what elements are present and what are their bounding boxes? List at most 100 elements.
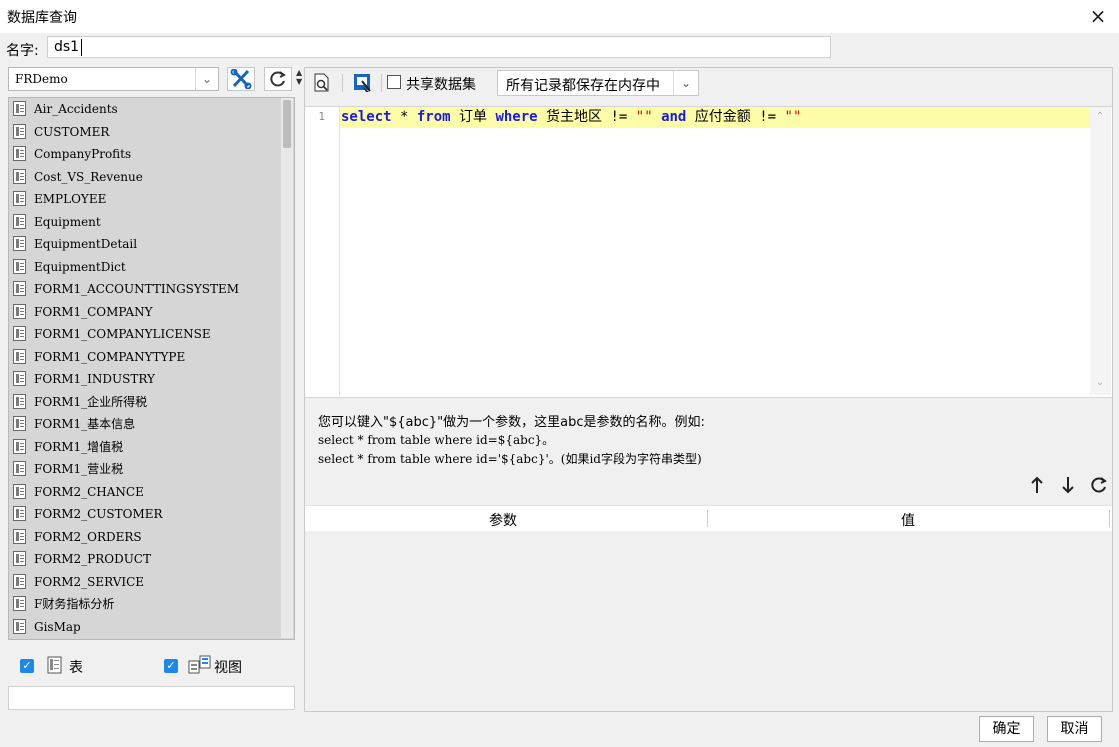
param-hint-example-1: select * from table where id=${abc}。 [318,433,555,447]
table-list-item[interactable]: FORM1_增值税 [9,436,294,459]
share-dataset-checkbox[interactable] [387,75,401,89]
column-divider[interactable] [707,510,708,527]
table-list-item[interactable]: FORM2_SERVICE [9,571,294,594]
refresh-params-icon[interactable] [1088,476,1110,498]
toolbar-separator [381,74,382,92]
share-dataset-label: 共享数据集 [406,77,476,93]
table-name: FORM2_CHANCE [34,484,144,499]
scroll-down-icon[interactable]: ⌄ [1094,377,1106,388]
window-title: 数据库查询 [7,10,77,26]
sql-text: 货主地区 != [537,109,636,125]
table-filter-label: 表 [69,660,83,676]
editor-scrollbar[interactable]: ⌃ ⌄ [1090,107,1111,395]
table-icon [13,416,26,431]
sql-text: 应付金额 != [686,109,785,125]
table-icon [13,303,26,319]
table-list-item[interactable]: FORM1_营业税 [9,458,294,481]
database-select[interactable]: FRDemo ⌄ [8,67,219,91]
line-number-gutter [305,107,340,395]
view-filter-label: 视图 [214,660,242,676]
table-name: Air_Accidents [34,102,118,116]
table-list-item[interactable]: EMPLOYEE [9,188,294,211]
chevron-down-icon[interactable]: ⌄ [673,71,698,95]
table-icon [13,191,26,206]
table-name: CUSTOMER [34,124,110,139]
memory-mode-select[interactable]: 所有记录都保存在内存中 ⌄ [497,70,699,96]
sql-code[interactable]: select * from 订单 where 货主地区 != "" and 应付… [341,108,801,127]
table-list-item[interactable]: EquipmentDetail [9,233,294,256]
table-list-item[interactable]: FORM2_ORDERS [9,526,294,549]
table-list-item[interactable]: FORM1_基本信息 [9,413,294,436]
splitter-arrows[interactable]: ▲ ▼ [296,68,302,86]
table-icon [13,348,26,364]
table-filter-checkbox[interactable]: ✓ [20,659,34,673]
table-list-item[interactable]: FORM1_企业所得税 [9,391,294,414]
view-icon [188,655,211,674]
sql-text: 订单 [450,109,496,125]
table-list-item[interactable]: EquipmentDict [9,256,294,279]
param-table-body[interactable] [305,531,1112,711]
table-list-item[interactable]: FORM2_PRODUCT [9,548,294,571]
name-input[interactable] [47,36,831,58]
table-list-item[interactable]: FORM1_COMPANY [9,301,294,324]
sql-editor[interactable] [305,106,1112,398]
table-list-item[interactable]: CompanyProfits [9,143,294,166]
table-list-item[interactable]: Equipment [9,211,294,234]
table-name: FORM1_COMPANY [34,304,153,319]
list-scrollbar[interactable] [281,98,293,638]
cancel-button[interactable]: 取消 [1047,716,1102,742]
close-icon[interactable]: × [1086,4,1110,28]
table-list-item[interactable]: FORM2_CHANCE [9,481,294,504]
column-divider[interactable] [1109,510,1110,527]
table-name: FORM2_SERVICE [34,574,145,589]
table-icon [13,573,26,589]
scroll-up-icon[interactable]: ⌃ [1094,111,1106,122]
table-list[interactable]: Air_Accidents CUSTOMER CompanyProfits Cost_… [8,97,295,640]
sql-keyword: select [341,109,392,125]
ok-button[interactable]: 确定 [979,716,1034,742]
param-table-header: 参数 值 [305,505,1112,532]
table-list-item[interactable]: CUSTOMER [9,121,294,144]
sql-string: "" [784,109,802,125]
page-query-icon[interactable] [353,73,373,93]
table-icon [13,213,26,229]
table-list-item[interactable]: Air_Accidents [9,98,294,121]
param-column-header: 参数 [489,513,517,529]
table-icon [13,371,26,386]
table-name: FORM1_COMPANYTYPE [34,349,186,364]
table-name: Equipment [34,214,101,229]
connection-settings-button[interactable] [227,67,255,91]
table-list-item[interactable]: Cost_VS_Revenue [9,166,294,189]
table-name: FORM1_企业所得税 [34,394,148,409]
table-list-item[interactable]: FORM1_INDUSTRY [9,368,294,391]
table-list-item[interactable]: GisMap [9,616,294,639]
name-label: 名字: [6,43,39,59]
table-list-item[interactable]: FORM1_COMPANYLICENSE [9,323,294,346]
table-name: F财务指标分析 [34,597,115,611]
table-icon [13,528,26,544]
table-icon [13,258,26,274]
view-filter-checkbox[interactable]: ✓ [164,659,178,673]
param-hint-example-2: select * from table where id='${abc}'。(如… [318,452,702,466]
table-list-item[interactable]: F财务指标分析 [9,593,294,616]
table-name: EquipmentDetail [34,237,138,251]
move-down-icon[interactable] [1057,476,1079,498]
table-search-input[interactable] [8,686,295,710]
chevron-down-icon[interactable]: ⌄ [195,68,218,90]
refresh-tables-button[interactable] [264,67,292,91]
table-name: EMPLOYEE [34,192,107,206]
table-icon [13,596,26,611]
move-up-icon[interactable] [1026,476,1048,498]
list-scrollbar-thumb[interactable] [283,100,291,148]
table-icon [13,123,26,139]
table-icon [13,393,26,409]
table-icon [13,281,26,296]
table-list-item[interactable]: FORM1_COMPANYTYPE [9,346,294,369]
table-list-item[interactable]: FORM2_CUSTOMER [9,503,294,526]
preview-icon[interactable] [313,73,331,93]
table-icon [13,461,26,476]
table-list-item[interactable]: FORM1_ACCOUNTTINGSYSTEM [9,278,294,301]
table-name: FORM2_ORDERS [34,529,142,544]
sql-keyword: where [495,109,538,125]
